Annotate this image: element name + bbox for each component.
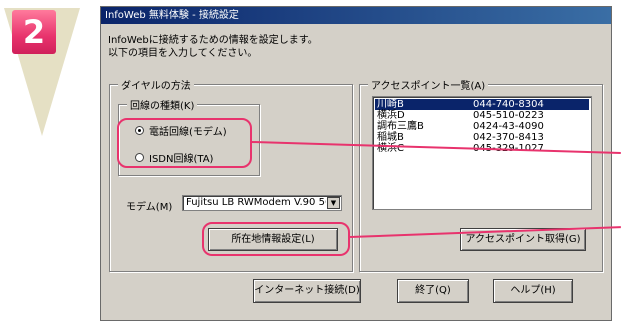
list-item[interactable]: 横浜D 045-510-0223 — [375, 110, 589, 121]
line-type-label: 回線の種類(K) — [127, 97, 198, 112]
step-number: 2 — [12, 10, 56, 54]
intro-text: InfoWebに接続するための情報を設定します。 以下の項目を入力してください。 — [108, 34, 318, 60]
modem-select-value: Fujitsu LB RWModem V.90 56K — [186, 197, 326, 208]
line-type-group: 回線の種類(K) 電話回線(モデム) ISDN回線(TA) — [118, 97, 260, 176]
list-item[interactable]: 稲城B 042-370-8413 — [375, 132, 589, 143]
radio-isdn-line[interactable]: ISDN回線(TA) — [135, 150, 213, 165]
exit-button[interactable]: 終了(Q) — [397, 279, 469, 303]
dial-method-label: ダイヤルの方法 — [118, 77, 194, 92]
help-button[interactable]: ヘルプ(H) — [493, 279, 573, 303]
list-item[interactable]: 川崎B 044-740-8304 — [375, 99, 589, 110]
access-point-list[interactable]: 川崎B 044-740-8304 横浜D 045-510-0223 調布三鷹B … — [372, 96, 592, 210]
access-point-label: アクセスポイント一覧(A) — [368, 77, 489, 92]
radio-isdn-label: ISDN回線(TA) — [149, 154, 214, 165]
dial-method-group: ダイヤルの方法 回線の種類(K) 電話回線(モデム) ISDN回線(TA) モデ… — [109, 77, 353, 272]
intro-line-1: InfoWebに接続するための情報を設定します。 — [108, 35, 318, 46]
dialog-titlebar: InfoWeb 無料体験 - 接続設定 — [101, 7, 611, 24]
step-badge: 2 — [4, 4, 84, 136]
list-item[interactable]: 調布三鷹B 0424-43-4090 — [375, 121, 589, 132]
radio-phone-label: 電話回線(モデム) — [149, 127, 227, 138]
connection-settings-dialog: InfoWeb 無料体験 - 接続設定 InfoWebに接続するための情報を設定… — [100, 6, 612, 321]
modem-select[interactable]: Fujitsu LB RWModem V.90 56K ▼ — [182, 195, 342, 211]
access-point-group: アクセスポイント一覧(A) 川崎B 044-740-8304 横浜D 045-5… — [359, 77, 603, 272]
radio-phone-line[interactable]: 電話回線(モデム) — [135, 123, 227, 138]
modem-label: モデム(M) — [126, 202, 173, 213]
radio-phone-indicator[interactable] — [135, 126, 144, 135]
intro-line-2: 以下の項目を入力してください。 — [108, 48, 258, 59]
chevron-down-icon[interactable]: ▼ — [327, 197, 340, 209]
internet-connect-button[interactable]: インターネット接続(D) — [253, 279, 361, 303]
radio-isdn-indicator[interactable] — [135, 153, 144, 162]
location-info-button[interactable]: 所在地情報設定(L) — [208, 228, 338, 251]
